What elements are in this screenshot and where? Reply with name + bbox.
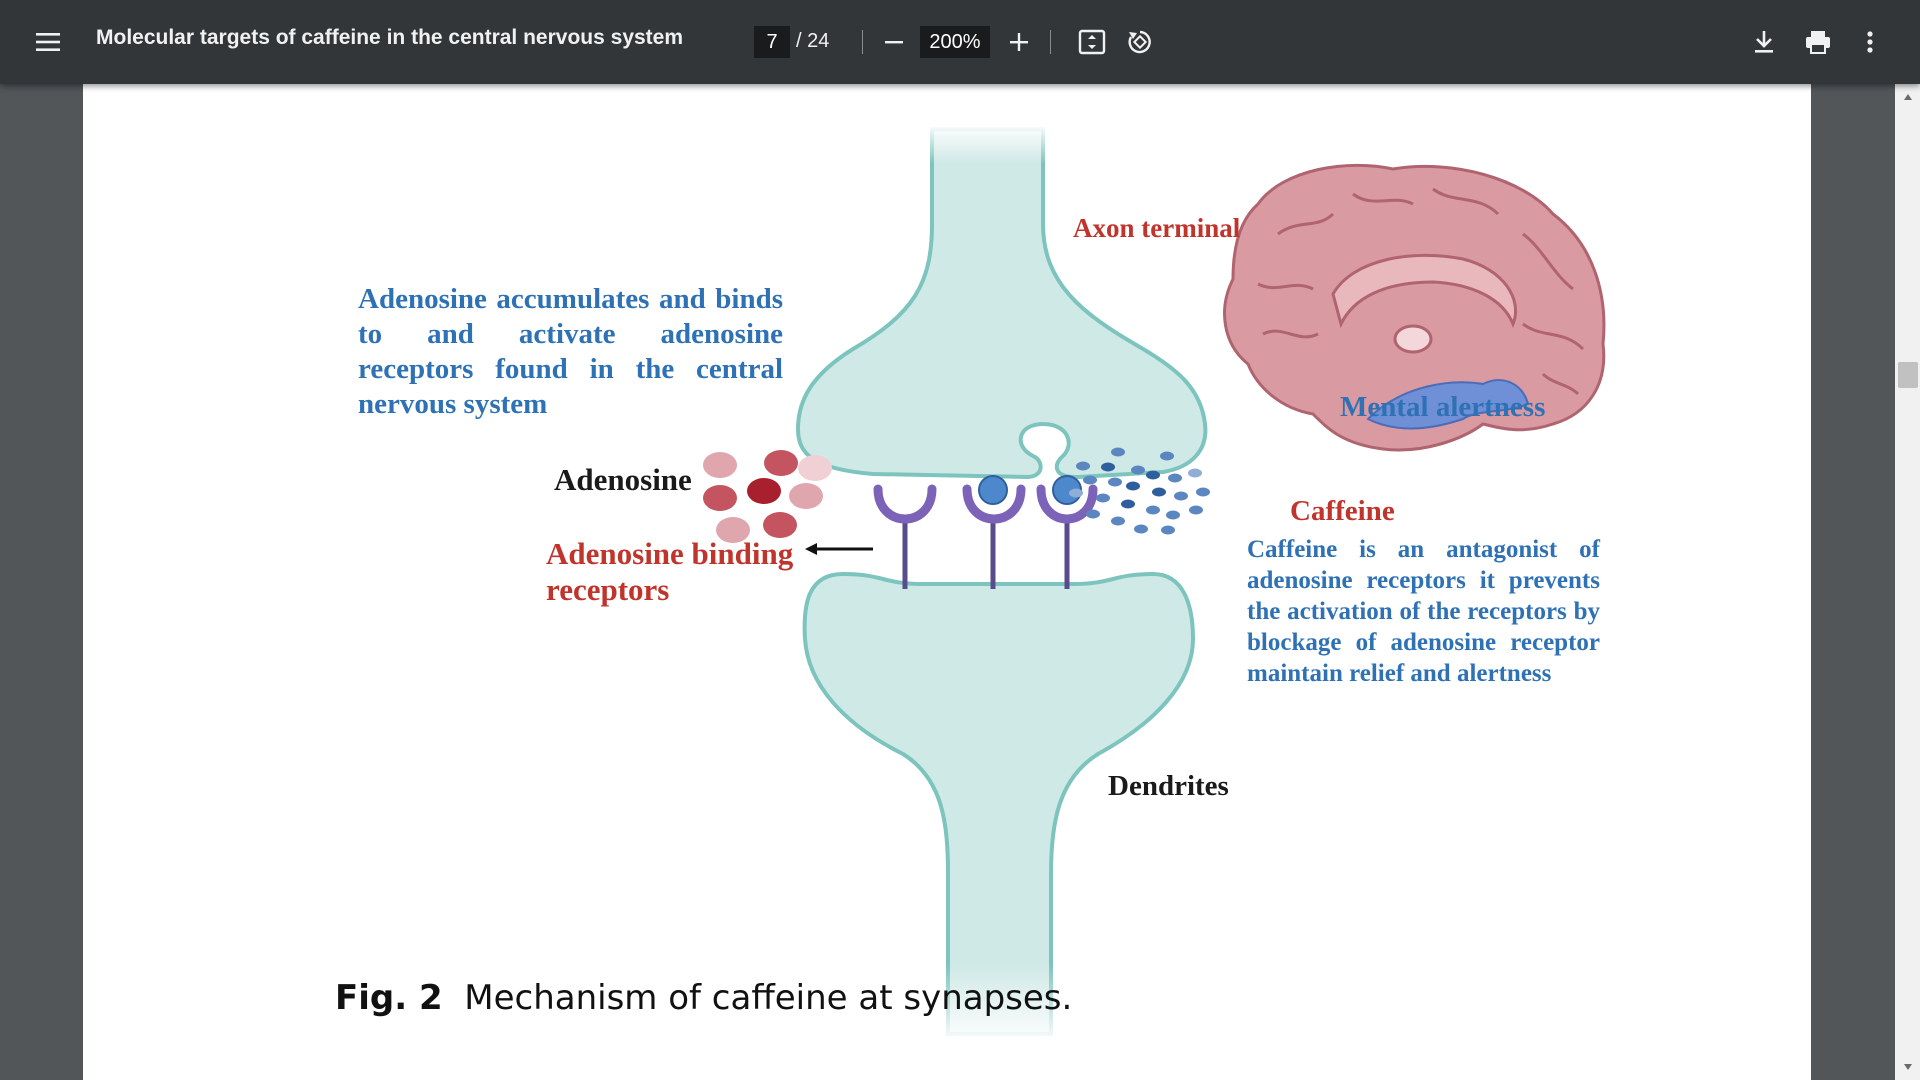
scroll-up-button[interactable] <box>1898 88 1918 106</box>
document-title: Molecular targets of caffeine in the cen… <box>96 26 684 49</box>
figure-caption-text: Mechanism of caffeine at synapses. <box>464 978 1073 1018</box>
dendrites-label: Dendrites <box>1108 770 1229 802</box>
scrollbar-thumb[interactable] <box>1898 362 1918 388</box>
more-icon <box>1867 31 1873 53</box>
menu-button[interactable] <box>26 20 70 64</box>
rotate-icon <box>1128 30 1151 54</box>
download-button[interactable] <box>1742 20 1786 64</box>
figure-number: Fig. 2 <box>335 978 443 1018</box>
toolbar-divider <box>1050 30 1051 54</box>
toolbar-divider <box>862 30 863 54</box>
zoom-in-icon <box>1010 33 1028 51</box>
zoom-in-button[interactable] <box>997 20 1041 64</box>
adenosine-receptor <box>873 484 937 589</box>
download-icon <box>1755 31 1773 53</box>
adenosine-binding-label-line1: Adenosine binding <box>546 536 794 571</box>
zoom-out-icon <box>885 41 903 44</box>
mental-alertness-label: Mental alertness <box>1340 391 1546 423</box>
axon-terminal-shape <box>795 127 1208 480</box>
fit-page-icon <box>1078 29 1106 55</box>
pdf-toolbar: Molecular targets of caffeine in the cen… <box>0 0 1920 84</box>
more-options-button[interactable] <box>1848 20 1892 64</box>
page-total: / 24 <box>796 30 830 52</box>
caffeine-description: Caffeine is an antagonist of adenosine r… <box>1247 536 1600 687</box>
print-button[interactable] <box>1796 20 1840 64</box>
adenosine-molecules <box>703 450 832 543</box>
scroll-up-icon <box>1904 94 1912 100</box>
figure-caption: Fig. 2 Mechanism of caffeine at synapses… <box>335 978 1072 1018</box>
adenosine-binding-label-line2: receptors <box>546 572 670 607</box>
pdf-page: Axon terminal Mental alertness Adenosine… <box>83 84 1811 1080</box>
adenosine-description: Adenosine accumulates and binds to and a… <box>358 283 783 420</box>
adenosine-receptor-bound <box>962 475 1026 589</box>
document-viewer[interactable]: Axon terminal Mental alertness Adenosine… <box>0 84 1920 1080</box>
vertical-scrollbar[interactable] <box>1895 84 1920 1080</box>
adenosine-receptor-bound <box>1036 475 1098 589</box>
fit-page-button[interactable] <box>1070 20 1114 64</box>
adenosine-binding-label: Adenosine binding receptors <box>546 536 793 608</box>
rotate-button[interactable] <box>1118 20 1162 64</box>
arrow-left <box>805 543 873 555</box>
axon-terminal-label: Axon terminal <box>1073 213 1241 243</box>
zoom-out-button[interactable] <box>872 20 916 64</box>
print-icon <box>1806 31 1830 54</box>
zoom-input[interactable] <box>920 26 990 58</box>
scroll-down-icon <box>1904 1064 1912 1070</box>
adenosine-label: Adenosine <box>554 462 692 497</box>
page-number-input[interactable] <box>754 26 790 58</box>
menu-icon <box>36 33 60 51</box>
scroll-down-button[interactable] <box>1898 1058 1918 1076</box>
caffeine-label: Caffeine <box>1290 495 1395 527</box>
